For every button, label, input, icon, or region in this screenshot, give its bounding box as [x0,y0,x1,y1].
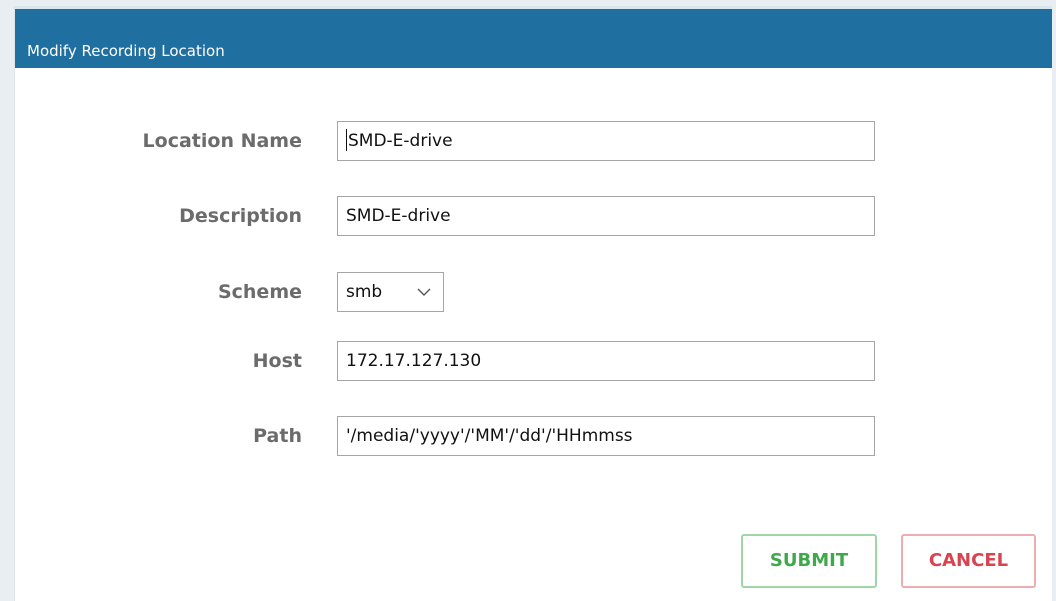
path-label: Path [253,425,302,447]
modify-recording-location-dialog: Modify Recording Location Location Name … [14,6,1052,601]
path-row: Path '/media/'yyyy'/'MM'/'dd'/'HHmmss [15,416,1052,456]
location-name-row: Location Name SMD-E-drive [15,121,1052,161]
host-label: Host [252,350,302,372]
scheme-row: Scheme smb [15,272,1052,312]
submit-button[interactable]: SUBMIT [741,534,877,588]
chevron-down-icon [417,288,431,296]
location-name-input[interactable]: SMD-E-drive [337,121,875,161]
dialog-titlebar: Modify Recording Location [15,6,1052,68]
description-input[interactable]: SMD-E-drive [337,196,875,236]
scheme-select[interactable]: smb [337,272,444,312]
host-input[interactable]: 172.17.127.130 [337,341,875,381]
cancel-button[interactable]: CANCEL [901,534,1036,588]
description-row: Description SMD-E-drive [15,196,1052,236]
location-name-value: SMD-E-drive [348,131,453,151]
scheme-value: smb [346,282,383,302]
scheme-label: Scheme [217,281,302,303]
path-value: '/media/'yyyy'/'MM'/'dd'/'HHmmss [346,426,633,446]
description-label: Description [179,205,302,227]
location-name-label: Location Name [142,130,302,152]
host-row: Host 172.17.127.130 [15,341,1052,381]
text-cursor [346,129,347,151]
dialog-title: Modify Recording Location [27,42,225,60]
host-value: 172.17.127.130 [346,351,482,371]
path-input[interactable]: '/media/'yyyy'/'MM'/'dd'/'HHmmss [337,416,875,456]
description-value: SMD-E-drive [346,206,451,226]
